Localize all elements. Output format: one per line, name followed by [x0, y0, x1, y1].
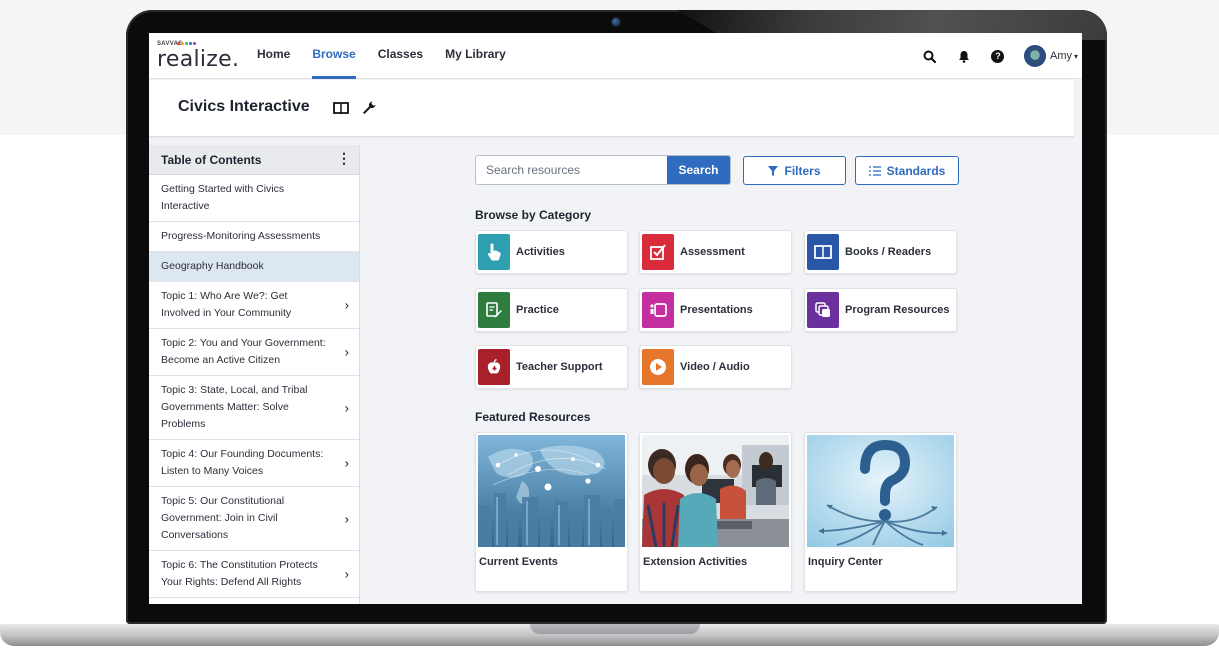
open-book-icon: [807, 234, 839, 270]
book-icon[interactable]: [333, 100, 349, 116]
filters-label: Filters: [784, 163, 821, 178]
toc-item[interactable]: Topic 6: The Constitution Protects Your …: [149, 551, 359, 598]
pointer-hand-icon: [478, 234, 510, 270]
chevron-right-icon[interactable]: ›: [345, 510, 349, 527]
checkbox-icon: [642, 234, 674, 270]
category-practice[interactable]: Practice: [475, 288, 628, 332]
category-label: Teacher Support: [516, 361, 603, 373]
toc-item[interactable]: Topic 1: Who Are We?: Get Involved in Yo…: [149, 282, 359, 329]
presentation-icon: [642, 292, 674, 328]
students-computers-image: [642, 435, 789, 547]
toc-item[interactable]: Topic 5: Our Constitutional Government: …: [149, 487, 359, 551]
category-program-resources[interactable]: Program Resources: [804, 288, 957, 332]
toc-item-label: Getting Started with Civics Interactive: [161, 183, 285, 212]
toc-item[interactable]: Getting Started with Civics Interactive: [149, 175, 359, 222]
stack-icon: [807, 292, 839, 328]
category-assessment[interactable]: Assessment: [639, 230, 792, 274]
webcam: [611, 17, 621, 27]
toc-item-label: Topic 5: Our Constitutional Government: …: [161, 495, 285, 541]
search-icon[interactable]: [922, 48, 938, 64]
app-screen: SAVVAS realize. Home Browse Classes My L…: [149, 33, 1082, 604]
program-header: Civics Interactive: [149, 80, 1074, 137]
play-icon: [642, 349, 674, 385]
help-icon[interactable]: ?: [990, 48, 1006, 64]
toc-item[interactable]: Topic 3: State, Local, and Tribal Govern…: [149, 376, 359, 440]
logo-wordmark: realize.: [157, 47, 240, 72]
featured-current-events[interactable]: Current Events: [475, 432, 628, 592]
kebab-menu-icon[interactable]: ⋮: [337, 151, 351, 165]
table-of-contents: Table of Contents ⋮ Getting Started with…: [149, 145, 360, 604]
category-label: Program Resources: [845, 304, 950, 316]
toc-item-label: Topic 3: State, Local, and Tribal Govern…: [161, 384, 308, 430]
category-label: Activities: [516, 246, 565, 258]
logo-dots: [177, 42, 196, 45]
featured-label: Current Events: [479, 556, 558, 568]
avatar[interactable]: [1023, 45, 1046, 67]
toc-item-label: Topic 4: Our Founding Documents: Listen …: [161, 448, 324, 477]
chevron-right-icon[interactable]: ›: [345, 455, 349, 472]
featured-inquiry-center[interactable]: Inquiry Center: [804, 432, 957, 592]
toc-item[interactable]: Topic 4: Our Founding Documents: Listen …: [149, 440, 359, 487]
pencil-note-icon: [478, 292, 510, 328]
chevron-down-icon[interactable]: ▾: [1074, 52, 1078, 61]
featured-label: Inquiry Center: [808, 556, 883, 568]
header-actions: ? Amy ▾: [922, 33, 1082, 79]
user-name[interactable]: Amy: [1050, 50, 1072, 62]
chevron-right-icon[interactable]: ›: [345, 566, 349, 583]
featured-label: Extension Activities: [643, 556, 748, 568]
list-icon: [868, 165, 881, 176]
toc-list: Getting Started with Civics Interactive P…: [149, 175, 359, 598]
search-button[interactable]: Search: [667, 156, 730, 184]
chevron-right-icon[interactable]: ›: [345, 344, 349, 361]
toc-item-label: Topic 2: You and Your Government: Become…: [161, 337, 326, 366]
toc-header: Table of Contents ⋮: [149, 145, 359, 175]
nav-my-library[interactable]: My Library: [445, 33, 506, 79]
category-presentations[interactable]: Presentations: [639, 288, 792, 332]
category-video-audio[interactable]: Video / Audio: [639, 345, 792, 389]
standards-button[interactable]: Standards: [855, 156, 959, 185]
top-navigation-bar: SAVVAS realize. Home Browse Classes My L…: [149, 33, 1082, 79]
standards-label: Standards: [886, 163, 946, 178]
wrench-icon[interactable]: [361, 100, 377, 116]
category-label: Assessment: [680, 246, 745, 258]
toc-item-label: Progress-Monitoring Assessments: [161, 230, 321, 242]
category-label: Books / Readers: [845, 246, 932, 258]
category-teacher-support[interactable]: Teacher Support: [475, 345, 628, 389]
toc-item-label: Topic 6: The Constitution Protects Your …: [161, 559, 318, 588]
category-label: Practice: [516, 304, 559, 316]
toc-title: Table of Contents: [161, 153, 262, 167]
category-activities[interactable]: Activities: [475, 230, 628, 274]
nav-browse[interactable]: Browse: [312, 33, 356, 79]
nav-home[interactable]: Home: [257, 33, 290, 79]
category-label: Presentations: [680, 304, 753, 316]
toc-item[interactable]: Progress-Monitoring Assessments: [149, 222, 359, 252]
chevron-right-icon[interactable]: ›: [345, 399, 349, 416]
apple-icon: [478, 349, 510, 385]
world-map-city-image: [478, 435, 625, 547]
laptop-notch: [530, 624, 700, 634]
realize-logo[interactable]: SAVVAS realize.: [157, 41, 239, 72]
filters-button[interactable]: Filters: [743, 156, 846, 185]
toc-item[interactable]: Geography Handbook: [149, 252, 359, 282]
browse-by-category-heading: Browse by Category: [475, 208, 592, 222]
filter-icon: [768, 165, 779, 176]
chevron-right-icon[interactable]: ›: [345, 297, 349, 314]
nav-classes[interactable]: Classes: [378, 33, 423, 79]
toc-item-label: Geography Handbook: [161, 260, 264, 272]
main-nav: Home Browse Classes My Library: [257, 33, 528, 79]
featured-resources-heading: Featured Resources: [475, 410, 591, 424]
bell-icon[interactable]: [956, 48, 972, 64]
featured-extension-activities[interactable]: Extension Activities: [639, 432, 792, 592]
page-title: Civics Interactive: [178, 98, 310, 115]
search-input[interactable]: [476, 156, 666, 184]
category-books-readers[interactable]: Books / Readers: [804, 230, 957, 274]
category-label: Video / Audio: [680, 361, 750, 373]
toc-item-label: Topic 1: Who Are We?: Get Involved in Yo…: [161, 290, 292, 319]
search-box: Search: [475, 155, 731, 185]
toc-item[interactable]: Topic 2: You and Your Government: Become…: [149, 329, 359, 376]
question-mark-arrows-image: [807, 435, 954, 547]
